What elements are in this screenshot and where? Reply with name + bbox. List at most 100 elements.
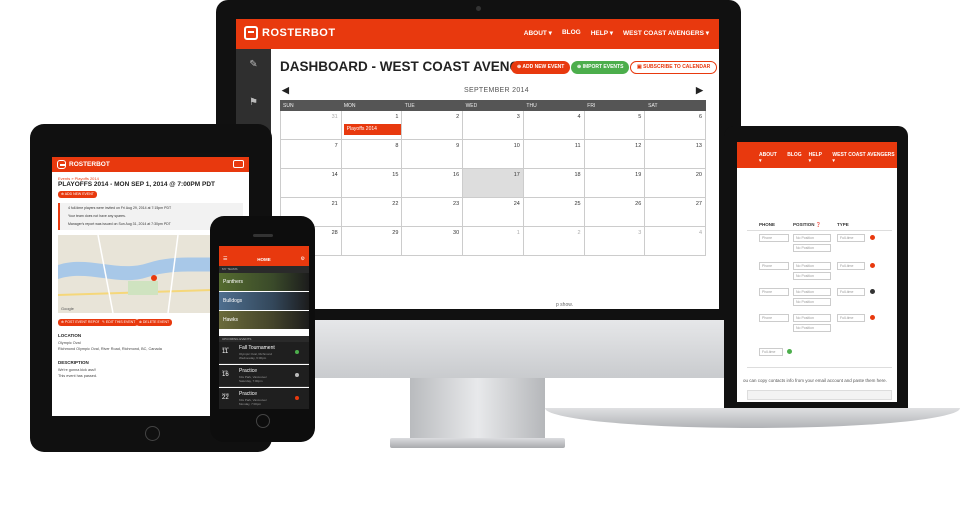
calendar-day-cell[interactable]: 7: [281, 140, 342, 169]
alert-line: Manager's report was issued on Sun Aug 3…: [68, 222, 171, 226]
calendar-day-cell[interactable]: 30: [402, 227, 464, 256]
position-select[interactable]: No Position: [793, 288, 831, 296]
day-number: 18: [574, 172, 581, 178]
next-month-icon[interactable]: ▶: [696, 85, 703, 96]
phone-input[interactable]: Phone: [759, 234, 789, 242]
subscribe-calendar-button[interactable]: ▣ SUBSCRIBE TO CALENDAR: [630, 61, 718, 74]
calendar-day-cell[interactable]: 23: [402, 198, 464, 227]
event-date: MON 22: [222, 392, 229, 401]
calendar-event[interactable]: Playoffs 2014: [343, 124, 402, 135]
nav-blog[interactable]: BLOG: [562, 29, 581, 37]
calendar-day-cell[interactable]: 20: [645, 169, 706, 198]
calendar-day-cell[interactable]: 15: [341, 169, 403, 198]
calendar-day-cell[interactable]: 31: [281, 111, 342, 140]
calendar-day-cell[interactable]: 18: [523, 169, 585, 198]
hamburger-menu-icon[interactable]: [233, 160, 244, 168]
team-item-panthers[interactable]: Panthers: [219, 273, 309, 291]
type-select[interactable]: Full-time: [837, 234, 865, 242]
location-name: Olympic Oval: [58, 341, 81, 345]
calendar-day-cell[interactable]: 8: [341, 140, 403, 169]
type-select[interactable]: Full-time: [837, 262, 865, 270]
brand-logo[interactable]: ROSTERBOT: [57, 160, 110, 169]
calendar-day-cell[interactable]: 17: [463, 169, 524, 198]
camera-icon: [476, 6, 481, 11]
calendar-day-cell[interactable]: 10: [463, 140, 524, 169]
type-select[interactable]: Full-time: [759, 348, 783, 356]
team-item-hawks[interactable]: Hawks: [219, 311, 309, 329]
type-select[interactable]: Full-time: [837, 314, 865, 322]
flag-icon[interactable]: ⚑: [248, 97, 259, 108]
prev-month-icon[interactable]: ◀: [282, 85, 289, 96]
remove-row-icon[interactable]: [870, 263, 875, 268]
home-button[interactable]: [145, 426, 160, 441]
calendar-day-cell[interactable]: 11: [523, 140, 585, 169]
position-select[interactable]: No Position: [793, 234, 831, 242]
edit-icon[interactable]: ✎: [248, 59, 259, 70]
home-button[interactable]: [256, 414, 270, 428]
add-event-button[interactable]: ⊕ ADD NEW EVENT: [511, 61, 571, 74]
calendar-day-cell[interactable]: 16: [402, 169, 464, 198]
obscured-text: p show.: [556, 302, 573, 308]
settings-icon[interactable]: ⚙: [301, 256, 305, 262]
position-select[interactable]: No Position: [793, 244, 831, 252]
phone-input[interactable]: Phone: [759, 314, 789, 322]
delete-event-button[interactable]: ⊗ DELETE EVENT: [136, 319, 173, 326]
calendar-day-cell[interactable]: 4: [523, 111, 585, 140]
event-list-item[interactable]: WED 11 Fall Tournament Olympic Oval, Rich…: [219, 342, 309, 364]
phone-input[interactable]: Phone: [759, 288, 789, 296]
nav-blog[interactable]: BLOG: [787, 152, 801, 164]
calendar-day-cell[interactable]: 19: [584, 169, 646, 198]
calendar-day-cell[interactable]: 26: [584, 198, 646, 227]
add-event-button[interactable]: ⊕ ADD NEW EVENT: [58, 191, 97, 198]
position-select[interactable]: No Position: [793, 272, 831, 280]
status-dot-icon: [295, 373, 299, 377]
calendar-day-cell[interactable]: 29: [341, 227, 403, 256]
position-select[interactable]: No Position: [793, 298, 831, 306]
calendar-day-cell[interactable]: 13: [645, 140, 706, 169]
team-item-bulldogs[interactable]: Bulldogs: [219, 292, 309, 310]
day-number: 20: [695, 172, 702, 178]
calendar-day-cell[interactable]: 1 Playoffs 2014: [341, 111, 403, 140]
calendar-day-cell[interactable]: 27: [645, 198, 706, 227]
calendar-day-cell[interactable]: 25: [523, 198, 585, 227]
type-select[interactable]: Full-time: [837, 288, 865, 296]
contacts-textarea[interactable]: [747, 390, 892, 400]
day-number: 30: [453, 230, 460, 236]
nav-help[interactable]: HELP ▾: [591, 29, 613, 37]
calendar-day-cell[interactable]: 9: [402, 140, 464, 169]
event-list-item[interactable]: MON 22 Practice Kits Park, Vancouver Monda…: [219, 388, 309, 409]
calendar-day-cell[interactable]: 4: [645, 227, 706, 256]
calendar-day-cell[interactable]: 5: [584, 111, 646, 140]
remove-row-icon[interactable]: [870, 289, 875, 294]
calendar-grid: 31 1 Playoffs 2014 2 3 4 5 6 7 8 9 10 11 12 13 14 15 16 17…: [280, 111, 706, 256]
phone-input[interactable]: Phone: [759, 262, 789, 270]
calendar-day-cell[interactable]: 22: [341, 198, 403, 227]
position-select[interactable]: No Position: [793, 324, 831, 332]
nav-team-selector[interactable]: WEST COAST AVENGERS ▾: [623, 29, 709, 37]
remove-row-icon[interactable]: [870, 315, 875, 320]
calendar-day-cell[interactable]: 24: [463, 198, 524, 227]
edit-event-button[interactable]: ✎ EDIT THIS EVENT: [99, 319, 139, 326]
nav-about[interactable]: ABOUT ▾: [524, 29, 552, 37]
day-number: 17: [513, 172, 520, 178]
add-row-icon[interactable]: [787, 349, 792, 354]
nav-team-selector[interactable]: WEST COAST AVENGERS ▾: [832, 152, 897, 164]
calendar-day-cell[interactable]: 14: [281, 169, 342, 198]
position-select[interactable]: No Position: [793, 262, 831, 270]
brand-name: ROSTERBOT: [69, 161, 110, 168]
remove-row-icon[interactable]: [870, 235, 875, 240]
brand-logo[interactable]: ROSTERBOT: [244, 26, 336, 40]
calendar-day-cell[interactable]: 12: [584, 140, 646, 169]
event-list-item[interactable]: SAT 16 Practice Kits Park, Vancouver Satur…: [219, 365, 309, 387]
calendar-day-cell[interactable]: 1: [463, 227, 524, 256]
alert-line: Your team does not have any spares.: [68, 214, 126, 218]
nav-about[interactable]: ABOUT ▾: [759, 152, 780, 164]
calendar-day-cell[interactable]: 3: [584, 227, 646, 256]
calendar-day-cell[interactable]: 2: [523, 227, 585, 256]
calendar-day-cell[interactable]: 3: [463, 111, 524, 140]
import-events-button[interactable]: ⊕ IMPORT EVENTS: [571, 61, 630, 74]
nav-help[interactable]: HELP ▾: [809, 152, 826, 164]
position-select[interactable]: No Position: [793, 314, 831, 322]
calendar-day-cell[interactable]: 2: [402, 111, 464, 140]
calendar-day-cell[interactable]: 6: [645, 111, 706, 140]
